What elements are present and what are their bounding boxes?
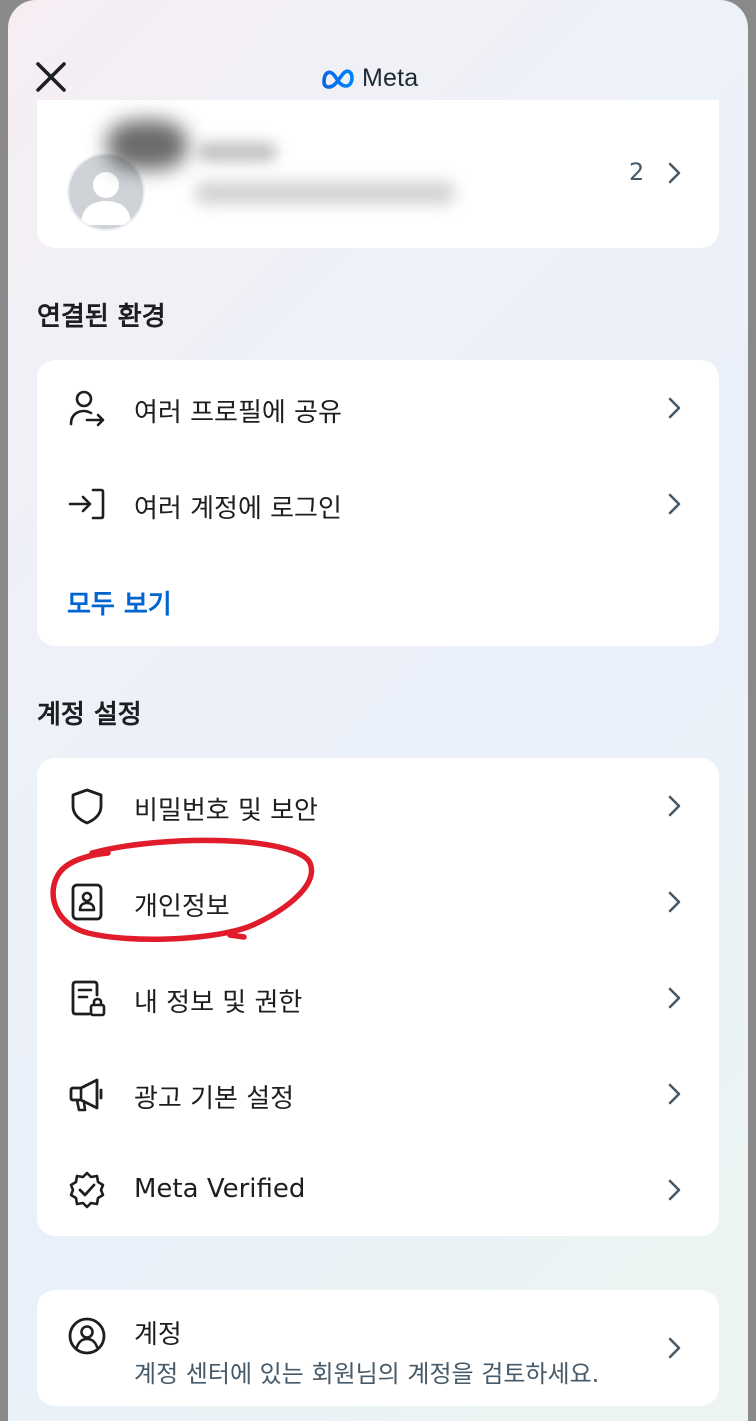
close-button[interactable] [32, 58, 72, 98]
document-lock-icon [71, 980, 106, 1017]
section-title-connected: 연결된 환경 [37, 302, 166, 332]
menu-item-label: 개인정보 [134, 892, 230, 922]
profile-count: 2 [629, 158, 645, 186]
profile-card[interactable]: 2 [37, 100, 719, 248]
megaphone-icon [69, 1078, 103, 1112]
accounts-card[interactable]: 계정 계정 센터에 있는 회원님의 계정을 검토하세요. [37, 1290, 719, 1406]
account-settings-card: 비밀번호 및 보안 개인정보 내 정보 및 권한 광고 기본 설정 Meta V… [37, 758, 719, 1236]
close-icon [36, 62, 66, 92]
section-title-account-settings: 계정 설정 [37, 700, 142, 730]
meta-logo-text: Meta [362, 63, 419, 92]
chevron-right-icon [668, 493, 681, 515]
chevron-right-icon [668, 1083, 681, 1105]
menu-item-label: 내 정보 및 권한 [134, 988, 303, 1018]
menu-item-meta-verified[interactable]: Meta Verified [37, 1142, 719, 1238]
shield-icon [71, 788, 103, 825]
verified-badge-icon [69, 1171, 105, 1209]
accounts-subtitle: 계정 센터에 있는 회원님의 계정을 검토하세요. [134, 1360, 600, 1388]
chevron-right-icon [668, 1179, 681, 1201]
menu-item-label: 여러 프로필에 공유 [134, 398, 342, 428]
accounts-center-sheet: Meta 2 연결된 환경 여러 프로필에 공유 여러 계정에 로그인 모두 보… [8, 0, 748, 1421]
chevron-right-icon [668, 397, 681, 419]
menu-item-ad-preferences[interactable]: 광고 기본 설정 [37, 1046, 719, 1142]
menu-item-password-security[interactable]: 비밀번호 및 보안 [37, 758, 719, 854]
redacted-photo [107, 120, 187, 170]
menu-item-label: 비밀번호 및 보안 [134, 796, 318, 826]
redacted-account-info [195, 182, 455, 204]
connected-card: 여러 프로필에 공유 여러 계정에 로그인 모두 보기 [37, 360, 719, 646]
menu-item-label: 여러 계정에 로그인 [134, 494, 342, 524]
id-card-icon [71, 883, 103, 921]
menu-item-multi-login[interactable]: 여러 계정에 로그인 [37, 456, 719, 552]
menu-item-personal-info[interactable]: 개인정보 [37, 854, 719, 950]
menu-item-label: 광고 기본 설정 [134, 1084, 295, 1114]
chevron-right-icon [668, 891, 681, 913]
login-arrow-icon [68, 488, 105, 520]
redacted-name [197, 142, 277, 162]
menu-item-share-profiles[interactable]: 여러 프로필에 공유 [37, 360, 719, 456]
meta-infinity-icon [322, 69, 354, 89]
menu-item-your-info-permissions[interactable]: 내 정보 및 권한 [37, 950, 719, 1046]
menu-item-label: Meta Verified [134, 1174, 306, 1204]
chevron-right-icon [668, 987, 681, 1009]
see-all-link[interactable]: 모두 보기 [67, 584, 172, 621]
share-profiles-icon [69, 390, 105, 427]
user-circle-icon [68, 1317, 106, 1355]
accounts-title: 계정 [134, 1320, 182, 1350]
chevron-right-icon [668, 1337, 681, 1359]
chevron-right-icon [668, 162, 681, 184]
chevron-right-icon [668, 795, 681, 817]
meta-logo: Meta [320, 62, 418, 94]
